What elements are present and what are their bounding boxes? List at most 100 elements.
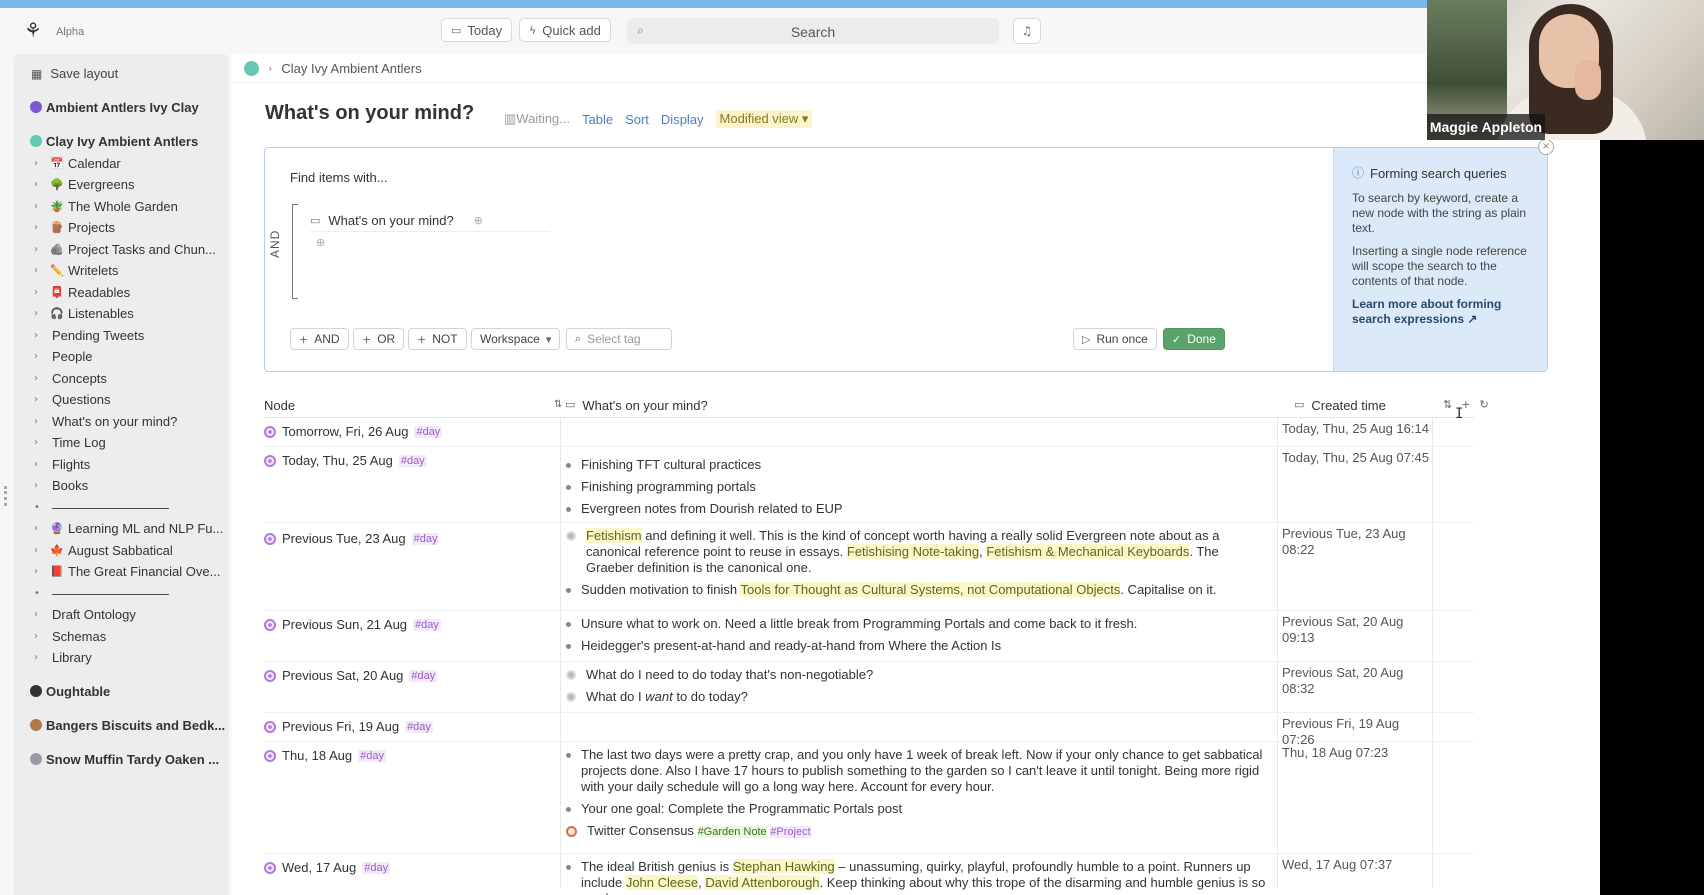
workspace-dropdown[interactable]: Workspace ▾ xyxy=(471,328,561,350)
sidebar-item[interactable]: › ✏️ Writelets xyxy=(14,260,225,282)
sidebar-item[interactable]: › 📅 Calendar xyxy=(14,152,225,174)
table-row[interactable]: Previous Sat, 20 Aug #day What do I need … xyxy=(264,662,1474,713)
chevron-right-icon[interactable]: › xyxy=(34,437,46,448)
sidebar-workspace[interactable]: Clay Ivy Ambient Antlers xyxy=(30,130,225,152)
display-button[interactable]: Display xyxy=(661,112,704,127)
node-reference[interactable]: John Cleese xyxy=(625,875,699,890)
table-row[interactable]: Previous Sun, 21 Aug #day Unsure what to … xyxy=(264,611,1474,662)
run-once-button[interactable]: ▷ Run once xyxy=(1073,328,1157,350)
project-tag[interactable]: #Project xyxy=(770,826,811,838)
chevron-right-icon[interactable]: › xyxy=(34,394,46,405)
chevron-right-icon[interactable]: › xyxy=(34,308,46,319)
column-header-node[interactable]: Node xyxy=(264,398,295,413)
quick-add-button[interactable]: ϟ Quick add xyxy=(519,18,611,42)
resize-handle[interactable] xyxy=(4,486,7,506)
sidebar-workspace[interactable]: Bangers Biscuits and Bedk... xyxy=(30,714,225,736)
sidebar-item[interactable]: › 🪨 Project Tasks and Chun... xyxy=(14,238,225,260)
chevron-right-icon[interactable]: › xyxy=(34,265,46,276)
sidebar-item[interactable]: › 🌳 Evergreens xyxy=(14,174,225,196)
page-title[interactable]: What's on your mind? xyxy=(265,102,474,125)
notifications-bell-icon[interactable]: ♫ xyxy=(1013,18,1041,44)
workspace-dot-icon[interactable] xyxy=(244,61,259,76)
sidebar-item[interactable]: › 📮 Readables xyxy=(14,281,225,303)
sidebar-item[interactable]: › Concepts xyxy=(14,367,225,389)
sidebar-item[interactable]: › Library xyxy=(14,647,225,669)
node-cell[interactable]: Thu, 18 Aug #day xyxy=(264,748,386,763)
chevron-right-icon[interactable]: › xyxy=(34,351,46,362)
sort-icon[interactable]: ⇅ xyxy=(554,399,562,410)
sidebar-item[interactable]: › 🔮 Learning ML and NLP Fu... xyxy=(14,518,225,540)
chevron-right-icon[interactable]: › xyxy=(34,609,46,620)
select-tag-input[interactable]: ⌕ Select tag xyxy=(566,328,672,350)
chevron-right-icon[interactable]: › xyxy=(34,480,46,491)
sidebar-item[interactable]: › Questions xyxy=(14,389,225,411)
node-cell[interactable]: Today, Thu, 25 Aug #day xyxy=(264,453,427,468)
sidebar-item[interactable]: • ————————— xyxy=(14,582,225,604)
node-cell[interactable]: Previous Tue, 23 Aug #day xyxy=(264,531,440,546)
sidebar-item[interactable]: › 📕 The Great Financial Ove... xyxy=(14,561,225,583)
node-reference[interactable]: Fetishism & Mechanical Keyboards xyxy=(986,544,1190,559)
chevron-right-icon[interactable]: › xyxy=(34,523,46,534)
sidebar-item[interactable]: › Draft Ontology xyxy=(14,604,225,626)
table-row[interactable]: Tomorrow, Fri, 26 Aug #day Today, Thu, 25… xyxy=(264,418,1474,447)
sidebar-item[interactable]: › Books xyxy=(14,475,225,497)
chevron-right-icon[interactable]: › xyxy=(34,201,46,212)
node-reference[interactable]: Fetishising Note-taking xyxy=(846,544,980,559)
sidebar-workspace[interactable]: Snow Muffin Tardy Oaken ... xyxy=(30,748,225,770)
chevron-right-icon[interactable]: › xyxy=(34,416,46,427)
sort-button[interactable]: Sort xyxy=(625,112,649,127)
sort-icon[interactable]: ⇅ xyxy=(1443,398,1452,411)
table-row[interactable]: Previous Fri, 19 Aug #day Previous Fri, 1… xyxy=(264,713,1474,747)
bullet-icon[interactable]: • xyxy=(34,502,46,513)
table-row[interactable]: Wed, 17 Aug #day The ideal British genius… xyxy=(264,854,1474,895)
sidebar-item[interactable]: › Schemas xyxy=(14,625,225,647)
chevron-right-icon[interactable]: › xyxy=(34,545,46,556)
column-header-mind[interactable]: ▭ What's on your mind? xyxy=(565,398,708,413)
node-cell[interactable]: Previous Sat, 20 Aug #day xyxy=(264,668,438,683)
chevron-right-icon[interactable]: › xyxy=(34,459,46,470)
save-layout-button[interactable]: ▦ Save layout xyxy=(31,66,118,81)
table-view-button[interactable]: Table xyxy=(582,112,613,127)
node-cell[interactable]: Previous Fri, 19 Aug #day xyxy=(264,719,433,734)
modified-view-dropdown[interactable]: Modified view ▾ xyxy=(715,110,813,128)
table-row[interactable]: Thu, 18 Aug #day The last two days were a… xyxy=(264,742,1474,854)
breadcrumb-item[interactable]: Clay Ivy Ambient Antlers xyxy=(281,61,421,76)
table-row[interactable]: Today, Thu, 25 Aug #day Finishing TFT cul… xyxy=(264,447,1474,523)
add-not-button[interactable]: + NOT xyxy=(408,328,467,350)
sidebar-item[interactable]: › Time Log xyxy=(14,432,225,454)
sidebar-item[interactable]: › Pending Tweets xyxy=(14,324,225,346)
search-input[interactable]: ⌕ Search xyxy=(627,18,999,44)
learn-more-link[interactable]: Learn more about forming search expressi… xyxy=(1352,297,1529,327)
add-circle-icon[interactable]: ⊕ xyxy=(474,214,483,227)
sidebar-item[interactable]: › 🪵 Projects xyxy=(14,217,225,239)
today-button[interactable]: ▭ Today xyxy=(441,18,513,42)
close-icon[interactable]: × xyxy=(1538,139,1554,155)
chevron-right-icon[interactable]: › xyxy=(34,287,46,298)
sidebar-item[interactable]: › Flights xyxy=(14,453,225,475)
chevron-right-icon[interactable]: › xyxy=(34,566,46,577)
chevron-right-icon[interactable]: › xyxy=(34,652,46,663)
bullet-icon[interactable]: • xyxy=(34,588,46,599)
add-condition-icon[interactable]: ⊕ xyxy=(316,236,325,249)
sidebar-workspace[interactable]: Ambient Antlers Ivy Clay xyxy=(30,96,225,118)
sidebar-item[interactable]: • ————————— xyxy=(14,496,225,518)
tana-logo-icon[interactable]: ⚘ xyxy=(24,20,44,40)
sidebar-item[interactable]: › What's on your mind? xyxy=(14,410,225,432)
sidebar-item[interactable]: › People xyxy=(14,346,225,368)
and-operator-label[interactable]: AND xyxy=(268,230,282,258)
chevron-right-icon[interactable]: › xyxy=(34,631,46,642)
column-header-created[interactable]: ▭ Created time xyxy=(1294,398,1386,413)
sidebar-item[interactable]: › 🪴 The Whole Garden xyxy=(14,195,225,217)
chevron-right-icon[interactable]: › xyxy=(34,373,46,384)
node-reference[interactable]: David Attenborough xyxy=(705,875,820,890)
chevron-right-icon[interactable]: › xyxy=(34,158,46,169)
node-cell[interactable]: Wed, 17 Aug #day xyxy=(264,860,391,875)
node-reference[interactable]: Tools for Thought as Cultural Systems, n… xyxy=(740,582,1121,597)
chevron-right-icon[interactable]: › xyxy=(34,330,46,341)
query-condition[interactable]: ▭ What's on your mind? ⊕ xyxy=(310,210,550,232)
add-or-button[interactable]: + OR xyxy=(353,328,405,350)
node-cell[interactable]: Tomorrow, Fri, 26 Aug #day xyxy=(264,424,443,439)
sidebar-item[interactable]: › 🍁 August Sabbatical xyxy=(14,539,225,561)
refresh-icon[interactable]: ↻ xyxy=(1479,398,1488,411)
chevron-right-icon[interactable]: › xyxy=(34,222,46,233)
